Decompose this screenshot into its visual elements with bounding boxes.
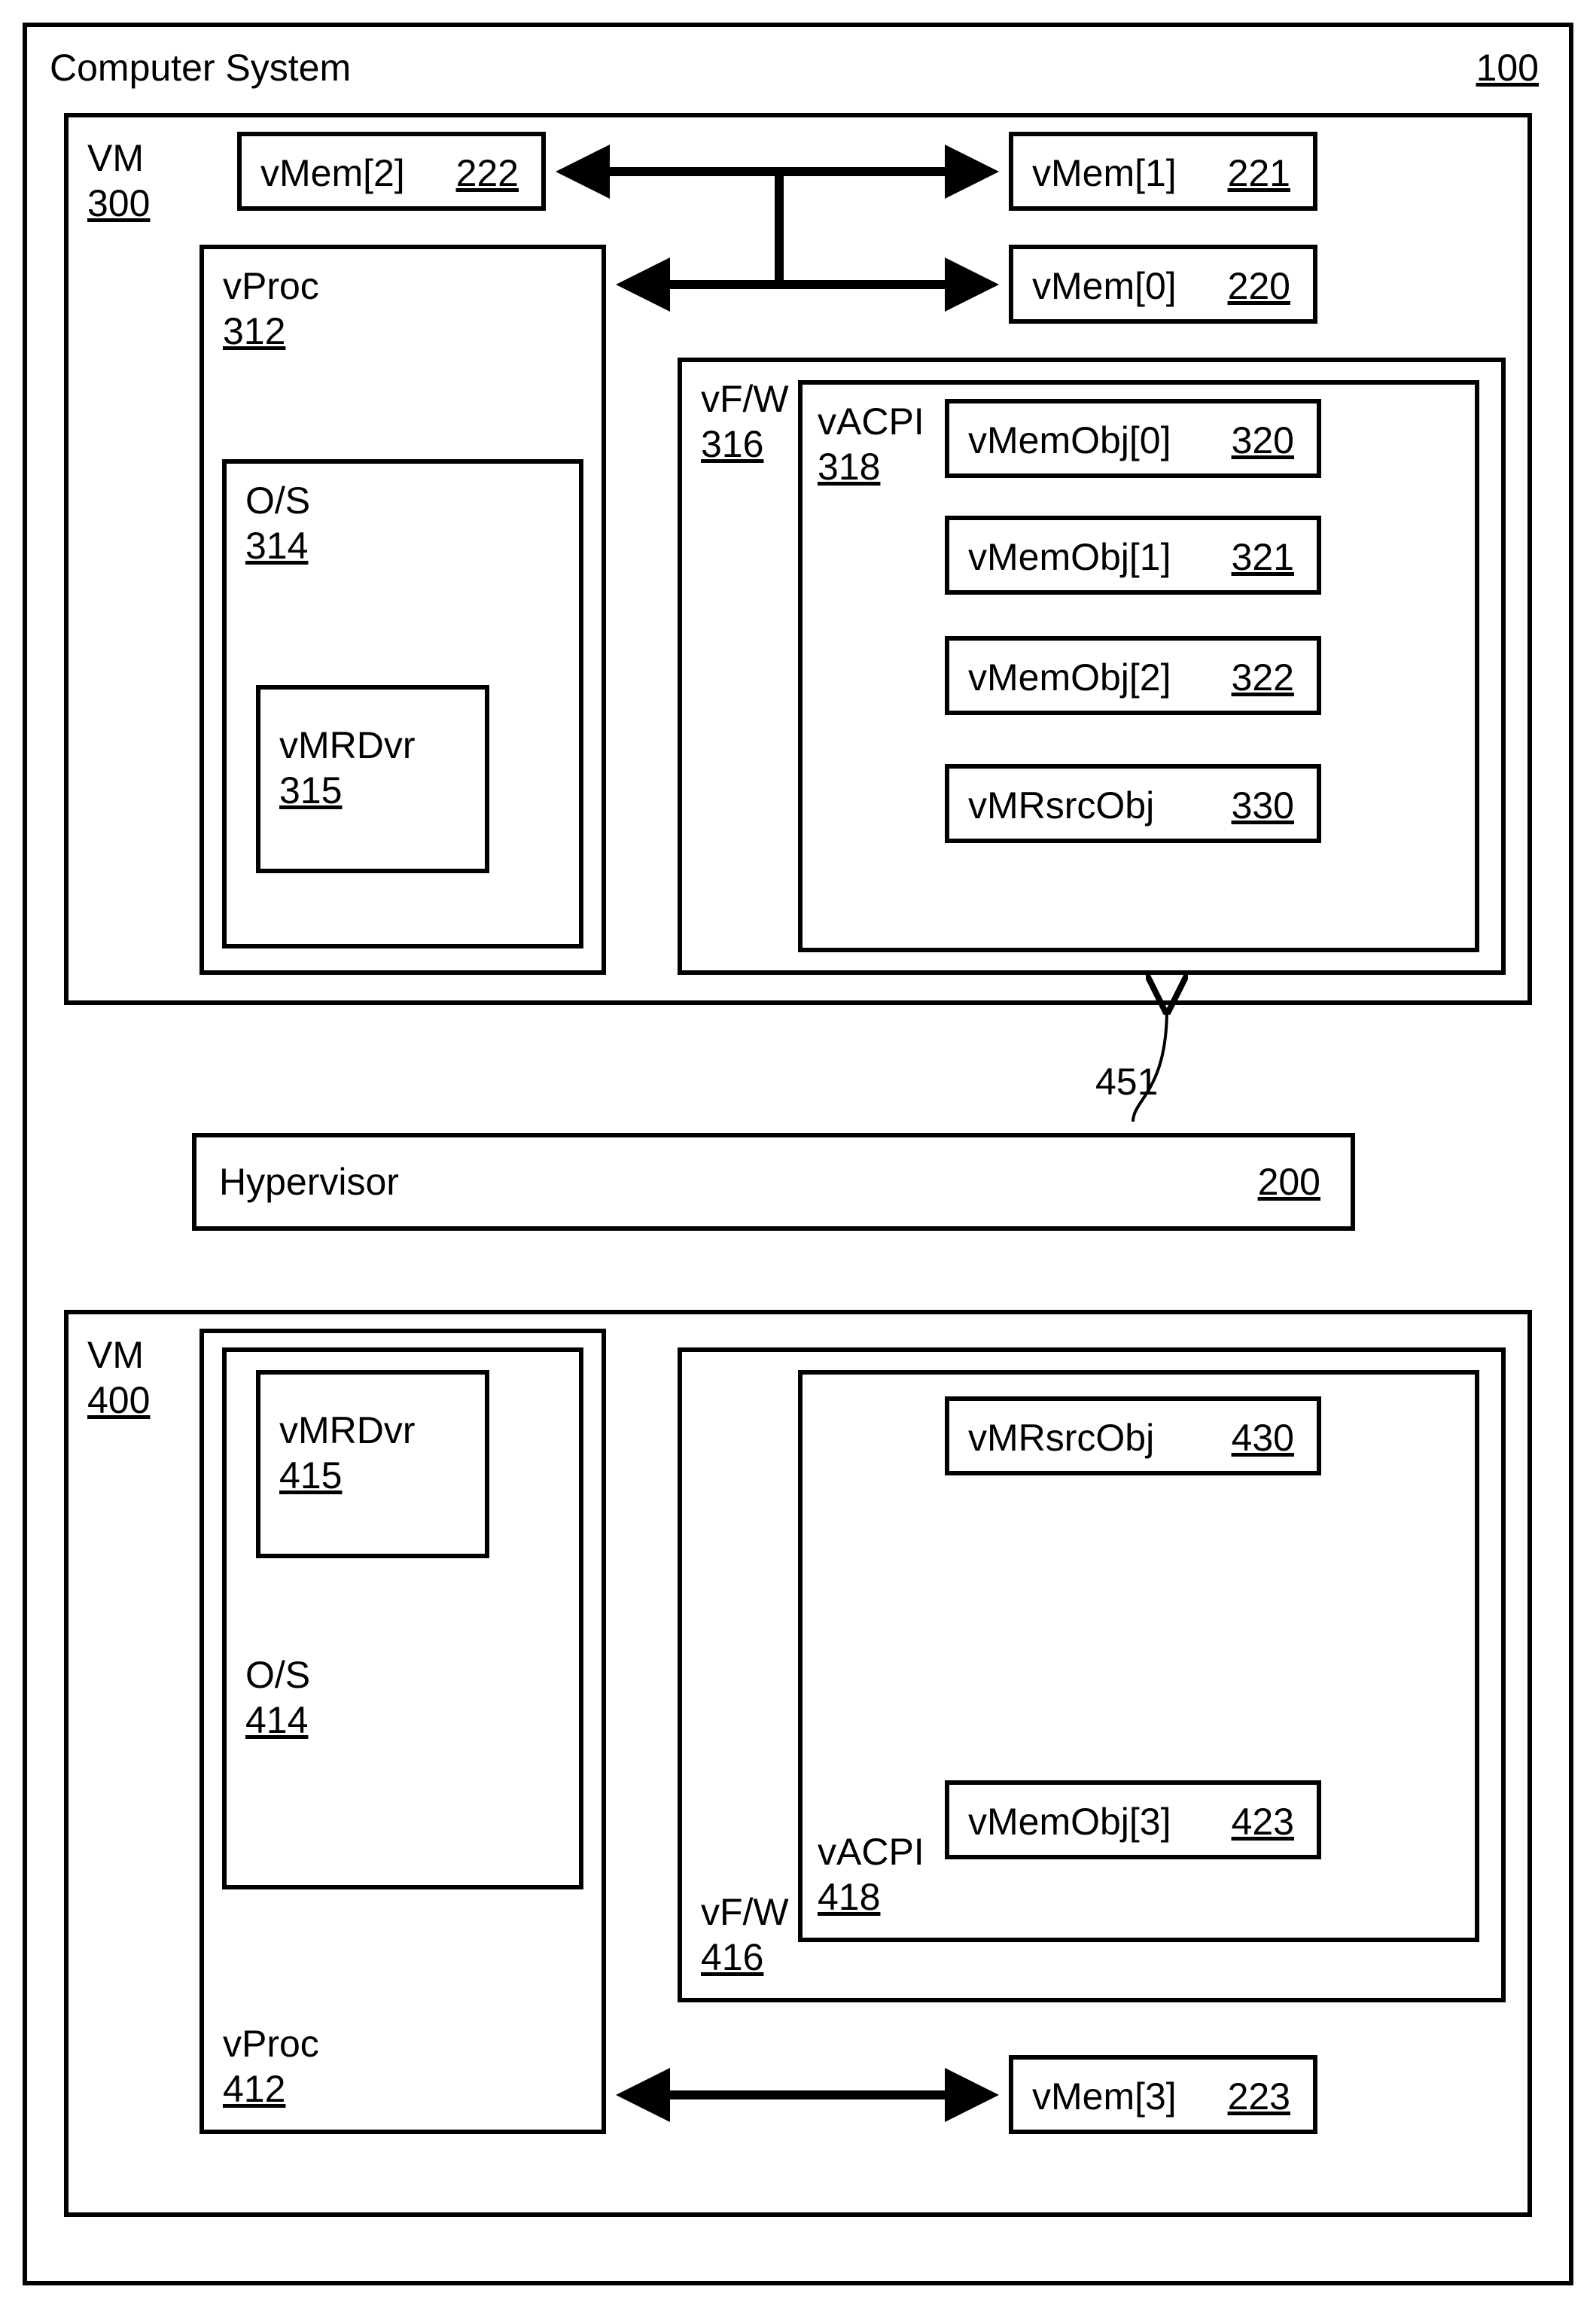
- vmrsrcobj430-box: vMRsrcObj 430: [945, 1396, 1321, 1475]
- vmrdvr415-label: vMRDvr: [279, 1408, 416, 1452]
- vproc412-num: 412: [223, 2067, 285, 2111]
- vmemobj2-label: vMemObj[2]: [968, 656, 1171, 699]
- vacpi418-num: 418: [818, 1875, 880, 1919]
- vmemobj1-num: 321: [1232, 535, 1294, 579]
- vmemobj3-box: vMemObj[3] 423: [945, 1780, 1321, 1859]
- vmemobj1-label: vMemObj[1]: [968, 535, 1171, 579]
- vfw316-num: 316: [701, 422, 763, 466]
- vmemobj3-label: vMemObj[3]: [968, 1800, 1171, 1844]
- vmem3-box: vMem[3] 223: [1009, 2055, 1317, 2134]
- os314-num: 314: [245, 524, 308, 568]
- vm400-num: 400: [87, 1378, 150, 1422]
- vm300-label: VM: [87, 136, 144, 180]
- vmrsrcobj430-label: vMRsrcObj: [968, 1416, 1154, 1460]
- vm400-label: VM: [87, 1333, 144, 1377]
- vmem2-box: vMem[2] 222: [237, 132, 546, 211]
- hypervisor-box: Hypervisor 200: [192, 1133, 1355, 1231]
- vmemobj2-box: vMemObj[2] 322: [945, 636, 1321, 715]
- vmrdvr315-label: vMRDvr: [279, 723, 416, 767]
- vproc312-label: vProc: [223, 264, 319, 308]
- vmrsrcobj330-num: 330: [1232, 784, 1294, 827]
- computer-system-num: 100: [1476, 46, 1539, 90]
- vmem2-label: vMem[2]: [260, 151, 405, 195]
- os314-label: O/S: [245, 479, 310, 522]
- vmrdvr315-num: 315: [279, 769, 342, 812]
- vmem1-box: vMem[1] 221: [1009, 132, 1317, 211]
- arrow451-num: 451: [1095, 1060, 1158, 1104]
- vmem3-label: vMem[3]: [1032, 2075, 1177, 2118]
- vmemobj1-box: vMemObj[1] 321: [945, 516, 1321, 595]
- os414-num: 414: [245, 1698, 308, 1742]
- vmemobj0-box: vMemObj[0] 320: [945, 399, 1321, 478]
- vmrdvr415-num: 415: [279, 1454, 342, 1497]
- vmem0-label: vMem[0]: [1032, 264, 1177, 308]
- hypervisor-label: Hypervisor: [219, 1160, 399, 1204]
- vmrsrcobj330-box: vMRsrcObj 330: [945, 764, 1321, 843]
- vmem0-box: vMem[0] 220: [1009, 245, 1317, 324]
- computer-system-label: Computer System: [50, 46, 351, 90]
- vmem1-label: vMem[1]: [1032, 151, 1177, 195]
- vacpi318-label: vACPI: [818, 400, 924, 443]
- vmemobj0-num: 320: [1232, 419, 1294, 462]
- vmem0-num: 220: [1228, 264, 1290, 308]
- vmrsrcobj330-label: vMRsrcObj: [968, 784, 1154, 827]
- vproc312-num: 312: [223, 309, 285, 353]
- vfw416-num: 416: [701, 1935, 763, 1979]
- vfw416-label: vF/W: [701, 1890, 789, 1934]
- vmem3-num: 223: [1228, 2075, 1290, 2118]
- vmemobj0-label: vMemObj[0]: [968, 419, 1171, 462]
- vmem2-num: 222: [456, 151, 519, 195]
- vacpi318-num: 318: [818, 445, 880, 489]
- vmemobj2-num: 322: [1232, 656, 1294, 699]
- vproc412-label: vProc: [223, 2022, 319, 2066]
- vmem1-num: 221: [1228, 151, 1290, 195]
- vmrdvr415-box: vMRDvr 415: [256, 1370, 489, 1558]
- vmrsrcobj430-num: 430: [1232, 1416, 1294, 1460]
- os414-label: O/S: [245, 1653, 310, 1697]
- vmrdvr315-box: vMRDvr 315: [256, 685, 489, 873]
- vacpi418-label: vACPI: [818, 1830, 924, 1874]
- vmemobj3-num: 423: [1232, 1800, 1294, 1844]
- vfw316-label: vF/W: [701, 377, 789, 421]
- vm300-num: 300: [87, 181, 150, 225]
- hypervisor-num: 200: [1258, 1160, 1320, 1204]
